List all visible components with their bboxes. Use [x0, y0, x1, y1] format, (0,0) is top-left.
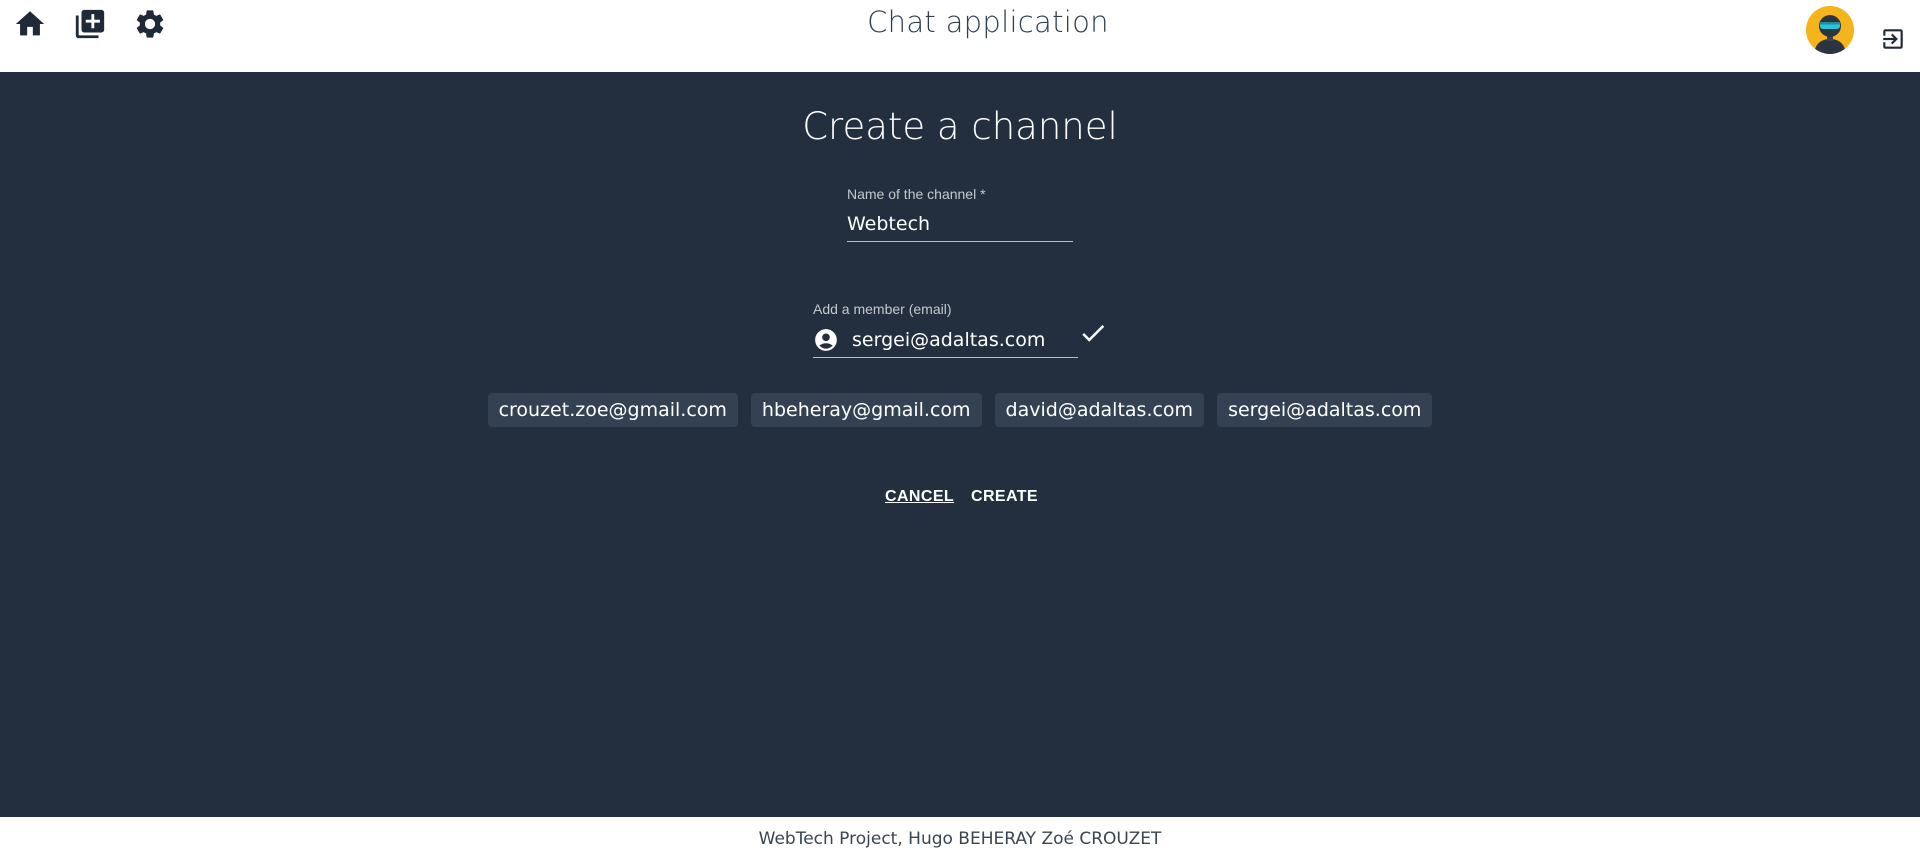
- member-chip[interactable]: hbeheray@gmail.com: [750, 393, 982, 427]
- create-button[interactable]: CREATE: [971, 488, 1038, 506]
- channel-name-input[interactable]: [847, 213, 1073, 242]
- add-member-check-button[interactable]: [1078, 318, 1108, 348]
- avatar[interactable]: [1806, 6, 1854, 54]
- member-chip[interactable]: david@adaltas.com: [994, 393, 1205, 427]
- channel-name-label: Name of the channel *: [847, 186, 986, 202]
- footer: WebTech Project, Hugo BEHERAY Zoé CROUZE…: [0, 817, 1920, 859]
- footer-credits: WebTech Project, Hugo BEHERAY Zoé CROUZE…: [758, 829, 1162, 849]
- app-title: Chat application: [867, 5, 1109, 39]
- member-chip[interactable]: sergei@adaltas.com: [1217, 393, 1433, 427]
- member-chips: crouzet.zoe@gmail.com hbeheray@gmail.com…: [0, 393, 1920, 427]
- member-email-input[interactable]: [813, 329, 1078, 358]
- app-header: Chat application: [0, 0, 1920, 72]
- member-chip[interactable]: crouzet.zoe@gmail.com: [487, 393, 738, 427]
- member-email-label: Add a member (email): [813, 301, 952, 317]
- cancel-button[interactable]: CANCEL: [885, 488, 954, 506]
- logout-icon[interactable]: [1880, 26, 1906, 52]
- main-panel: Create a channel Name of the channel * A…: [0, 72, 1920, 817]
- page-title: Create a channel: [802, 105, 1118, 148]
